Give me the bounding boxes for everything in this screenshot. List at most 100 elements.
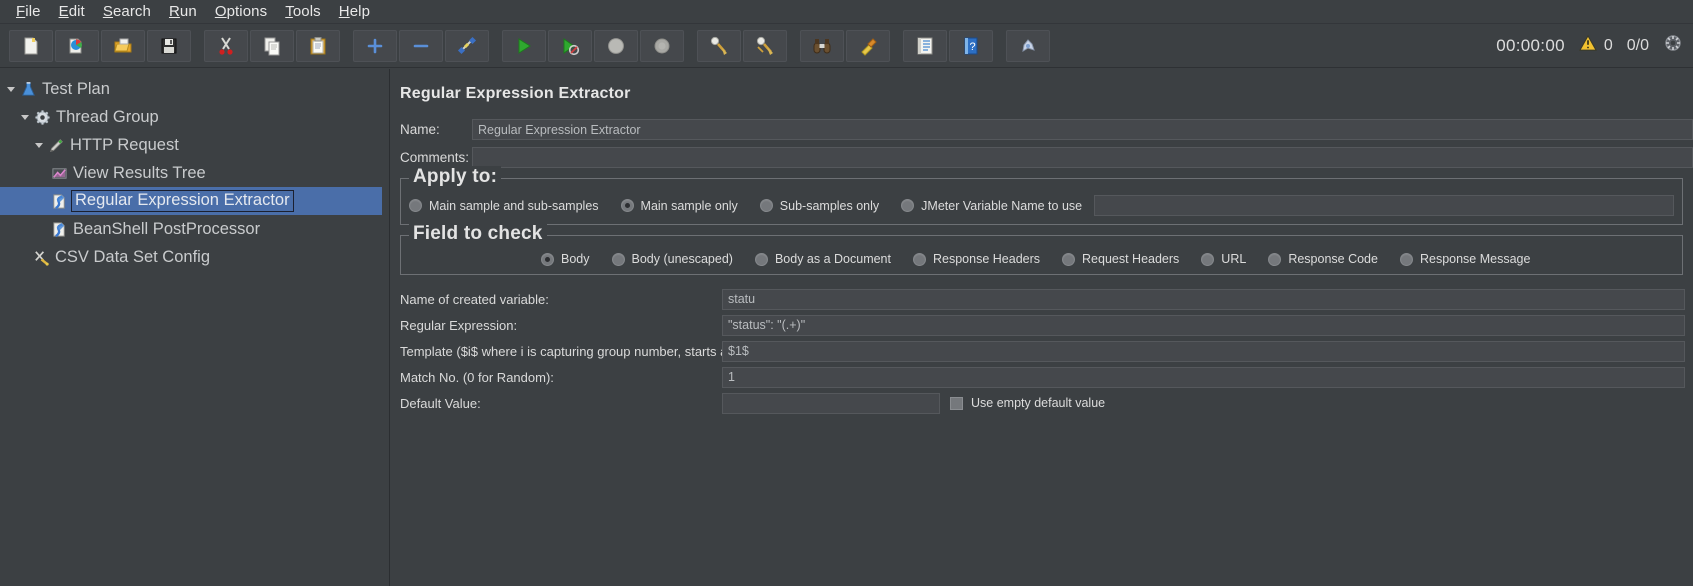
radio-dot-icon bbox=[1399, 252, 1413, 266]
tree-node-label: HTTP Request bbox=[70, 135, 179, 154]
match-number-input[interactable]: 1 bbox=[722, 366, 1685, 388]
toolbar: ? 00:00:00 0 0/0 bbox=[0, 24, 1693, 68]
menu-mnemonic: R bbox=[168, 2, 180, 20]
menu-item-tools[interactable]: Tools bbox=[277, 1, 329, 23]
name-of-created-variable-row: Name of created variable: statu bbox=[400, 287, 1693, 311]
radio-label: URL bbox=[1221, 252, 1247, 266]
radio-label: Body bbox=[561, 252, 590, 266]
template-input[interactable]: $1$ bbox=[722, 340, 1685, 362]
radio-sub-samples-only[interactable]: Sub-samples only bbox=[759, 199, 879, 213]
regular-expression-extractor-panel: Regular Expression Extractor Name: Regul… bbox=[390, 69, 1693, 586]
apply-to-group: Apply to: Main sample and sub-samples Ma… bbox=[400, 166, 1683, 225]
paste-icon bbox=[308, 36, 328, 56]
cut-button[interactable] bbox=[204, 29, 248, 62]
checkbox-icon bbox=[950, 396, 963, 410]
field-to-check-title: Field to check bbox=[409, 223, 547, 245]
radio-response-code[interactable]: Response Code bbox=[1268, 252, 1378, 266]
panel-splitter[interactable] bbox=[382, 69, 389, 586]
start-button[interactable] bbox=[502, 29, 546, 62]
menu-item-search[interactable]: Search bbox=[95, 1, 159, 23]
menu-label: dit bbox=[68, 2, 85, 20]
help-button[interactable]: ? bbox=[949, 29, 993, 62]
radio-dot-icon bbox=[759, 199, 773, 212]
save-button[interactable] bbox=[147, 29, 191, 62]
comments-input[interactable] bbox=[472, 147, 1693, 168]
radio-jmeter-variable-name[interactable]: JMeter Variable Name to use bbox=[901, 199, 1082, 213]
undo-button[interactable] bbox=[1006, 29, 1050, 62]
new-button[interactable] bbox=[9, 29, 53, 62]
menu-item-help[interactable]: Help bbox=[331, 1, 378, 23]
menu-label: earch bbox=[112, 2, 151, 20]
start-no-timers-button[interactable] bbox=[548, 29, 592, 62]
tree-node-label: BeanShell PostProcessor bbox=[73, 219, 261, 238]
expander-expanded-icon[interactable] bbox=[18, 110, 32, 124]
radio-body-as-a-document[interactable]: Body as a Document bbox=[754, 252, 891, 266]
reset-search-button[interactable] bbox=[846, 29, 890, 62]
comments-label: Comments: bbox=[400, 150, 470, 165]
test-plan-icon bbox=[19, 80, 37, 98]
menu-mnemonic: H bbox=[338, 2, 350, 20]
menu-label: elp bbox=[349, 2, 371, 20]
menu-label: ptions bbox=[226, 2, 268, 20]
radio-request-headers[interactable]: Request Headers bbox=[1062, 252, 1179, 266]
tree-node-thread-group[interactable]: Thread Group bbox=[0, 103, 389, 131]
radio-body[interactable]: Body bbox=[541, 252, 590, 266]
extractor-fields: Name of created variable: statu Regular … bbox=[390, 287, 1693, 415]
radio-url[interactable]: URL bbox=[1201, 252, 1246, 266]
copy-button[interactable] bbox=[250, 29, 294, 62]
expander-expanded-icon[interactable] bbox=[32, 138, 46, 152]
tree-node-regular-expression-extractor[interactable]: Regular Expression Extractor bbox=[0, 187, 389, 215]
test-plan-tree[interactable]: Test Plan Thread Group HTTP Request View… bbox=[0, 69, 390, 586]
regular-expression-input[interactable]: "status": "(.+)" bbox=[722, 314, 1685, 336]
jmeter-variable-name-input[interactable] bbox=[1094, 195, 1674, 216]
thread-gear-icon[interactable] bbox=[1663, 33, 1683, 58]
plus-icon bbox=[365, 36, 385, 56]
shutdown-icon bbox=[652, 36, 672, 56]
name-of-created-variable-input[interactable]: statu bbox=[722, 288, 1685, 310]
save-icon bbox=[159, 36, 179, 56]
tree-node-csv-data-set-config[interactable]: CSV Data Set Config bbox=[0, 243, 389, 271]
field-to-check-group: Field to check Body Body (unescaped) Bod… bbox=[400, 223, 1683, 275]
name-input[interactable]: Regular Expression Extractor bbox=[472, 119, 1693, 140]
radio-main-sample-only[interactable]: Main sample only bbox=[620, 199, 738, 213]
tree-node-http-request[interactable]: HTTP Request bbox=[0, 131, 389, 159]
collapse-all-button[interactable] bbox=[399, 29, 443, 62]
function-helper-button[interactable] bbox=[903, 29, 947, 62]
radio-response-headers[interactable]: Response Headers bbox=[913, 252, 1040, 266]
radio-dot-icon bbox=[611, 252, 625, 266]
paste-button[interactable] bbox=[296, 29, 340, 62]
use-empty-default-value-label: Use empty default value bbox=[971, 396, 1106, 410]
use-empty-default-value-checkbox[interactable]: Use empty default value bbox=[950, 396, 1105, 410]
binoculars-icon bbox=[812, 36, 832, 56]
menu-item-options[interactable]: Options bbox=[207, 1, 275, 23]
radio-dot-icon bbox=[1268, 252, 1282, 266]
toggle-button[interactable] bbox=[445, 29, 489, 62]
default-value-input[interactable] bbox=[722, 392, 940, 414]
menu-item-edit[interactable]: Edit bbox=[51, 1, 93, 23]
search-button[interactable] bbox=[800, 29, 844, 62]
clear-button[interactable] bbox=[697, 29, 741, 62]
radio-main-sample-and-sub-samples[interactable]: Main sample and sub-samples bbox=[409, 199, 599, 213]
radio-body-unescaped[interactable]: Body (unescaped) bbox=[611, 252, 733, 266]
tree-node-test-plan[interactable]: Test Plan bbox=[0, 75, 389, 103]
open-button[interactable] bbox=[101, 29, 145, 62]
apply-to-radio-row: Main sample and sub-samples Main sample … bbox=[401, 195, 1682, 216]
radio-label: JMeter Variable Name to use bbox=[921, 198, 1083, 213]
tree-node-beanshell-postprocessor[interactable]: BeanShell PostProcessor bbox=[0, 215, 389, 243]
radio-response-message[interactable]: Response Message bbox=[1399, 252, 1530, 266]
warning-count: 0 bbox=[1603, 36, 1613, 54]
stop-button[interactable] bbox=[594, 29, 638, 62]
name-of-created-variable-label: Name of created variable: bbox=[400, 291, 549, 307]
expand-all-button[interactable] bbox=[353, 29, 397, 62]
clear-all-button[interactable] bbox=[743, 29, 787, 62]
play-no-pause-icon bbox=[560, 36, 580, 56]
shutdown-button[interactable] bbox=[640, 29, 684, 62]
menu-item-file[interactable]: File bbox=[8, 1, 49, 23]
tree-node-view-results-tree[interactable]: View Results Tree bbox=[0, 159, 389, 187]
expander-expanded-icon[interactable] bbox=[4, 82, 18, 96]
templates-button[interactable] bbox=[55, 29, 99, 62]
radio-label: Main sample and sub-samples bbox=[429, 198, 599, 213]
regex-extractor-icon bbox=[50, 192, 68, 210]
menu-item-run[interactable]: Run bbox=[161, 1, 205, 23]
warning-indicator[interactable]: 0 bbox=[1578, 34, 1613, 57]
